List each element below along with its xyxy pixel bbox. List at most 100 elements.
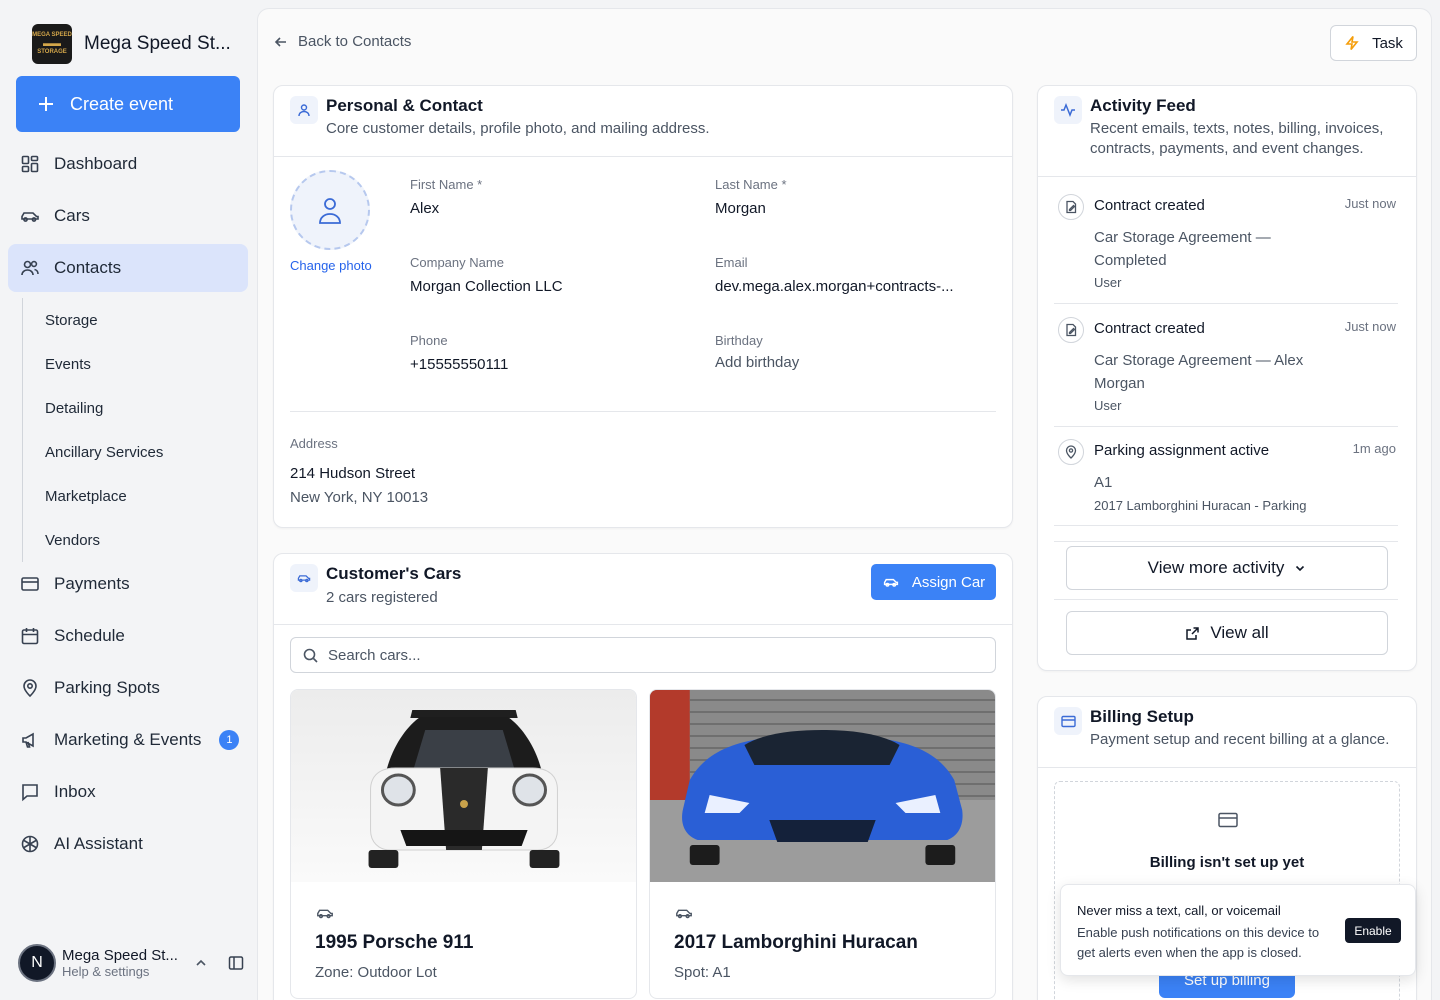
plus-icon (39, 97, 53, 111)
nav-ai-assistant-label: AI Assistant (54, 834, 143, 853)
brand[interactable]: MEGA SPEED ▬▬ STORAGE Mega Speed St... (32, 24, 231, 64)
activity-item-time: 1m ago (1352, 441, 1396, 456)
credit-card-icon (1218, 812, 1238, 828)
activity-item[interactable]: Parking assignment active 1m ago A1 2017… (1054, 439, 1398, 526)
email-label: Email (715, 255, 748, 270)
change-photo-link[interactable]: Change photo (290, 258, 372, 273)
nav-marketing-events[interactable]: Marketing & Events 1 (8, 716, 248, 764)
last-name-value[interactable]: Morgan (715, 200, 766, 217)
nav-dashboard-label: Dashboard (54, 154, 138, 173)
brand-logo: MEGA SPEED ▬▬ STORAGE (32, 24, 72, 64)
activity-item-desc: A1 (1094, 474, 1113, 491)
customer-cars-card: Customer's Cars 2 cars registered Assign… (273, 553, 1013, 1000)
cars-title: Customer's Cars (326, 564, 462, 583)
logo-car-glyph: ▬▬ (43, 38, 61, 49)
dashboard-icon (21, 155, 39, 173)
external-link-icon (1186, 626, 1200, 640)
task-button[interactable]: Task (1330, 25, 1417, 61)
car-icon (317, 909, 333, 919)
push-notification-toast: Never miss a text, call, or voicemail En… (1060, 884, 1416, 976)
divider (1054, 541, 1398, 542)
profile-photo[interactable] (290, 170, 370, 250)
main-content: Back to Contacts Task Personal & Contact… (257, 8, 1432, 1000)
nav-inbox-label: Inbox (54, 782, 96, 801)
activity-item-meta: User (1094, 398, 1122, 413)
phone-value[interactable]: +15555550111 (410, 356, 508, 373)
credit-card-icon (1054, 707, 1082, 735)
logo-text-bottom: STORAGE (37, 48, 67, 55)
user-placeholder-icon (319, 198, 341, 224)
ai-icon (21, 835, 39, 853)
activity-item-meta: User (1094, 275, 1122, 290)
sidebar: MEGA SPEED ▬▬ STORAGE Mega Speed St... C… (0, 0, 256, 1000)
assign-car-button[interactable]: Assign Car (871, 564, 996, 600)
enable-notifications-button[interactable]: Enable (1345, 918, 1401, 943)
nav-cars-label: Cars (54, 206, 90, 225)
assign-car-label: Assign Car (911, 573, 986, 591)
car-card-lamborghini[interactable]: 2017 Lamborghini Huracan Spot: A1 (649, 689, 996, 999)
back-to-contacts-link[interactable]: Back to Contacts (274, 33, 411, 50)
activity-item-desc: Car Storage Agreement — Alex Morgan (1094, 352, 1304, 392)
nav-ai-assistant[interactable]: AI Assistant (8, 820, 248, 868)
billing-subtitle: Payment setup and recent billing at a gl… (1090, 731, 1390, 748)
search-icon (303, 648, 318, 663)
nav-payments-label: Payments (54, 574, 130, 593)
nav-schedule-label: Schedule (54, 626, 125, 645)
personal-contact-card: Personal & Contact Core customer details… (273, 85, 1013, 528)
sub-nav-events[interactable]: Events (23, 342, 222, 386)
divider (1054, 599, 1398, 600)
last-name-label: Last Name * (715, 177, 787, 192)
search-placeholder: Search cars... (328, 646, 421, 664)
car-location: Spot: A1 (674, 964, 731, 981)
company-value[interactable]: Morgan Collection LLC (410, 278, 563, 295)
calendar-icon (21, 628, 39, 645)
map-pin-icon (1058, 439, 1084, 465)
sub-nav-marketplace[interactable]: Marketplace (23, 474, 222, 518)
nav-dashboard[interactable]: Dashboard (8, 140, 248, 188)
car-name: 2017 Lamborghini Huracan (674, 932, 918, 953)
activity-item-title: Contract created (1094, 320, 1205, 337)
message-icon (22, 784, 38, 802)
map-pin-icon (23, 679, 37, 698)
car-icon (883, 578, 898, 587)
activity-item-title: Parking assignment active (1094, 442, 1270, 459)
user-menu[interactable]: N Mega Speed St... Help & settings (18, 943, 248, 983)
nav-marketing-events-label: Marketing & Events (54, 730, 202, 749)
email-value[interactable]: dev.mega.alex.morgan+contracts-... (715, 278, 954, 295)
address-line2[interactable]: New York, NY 10013 (290, 489, 428, 506)
view-more-label: View more activity (1147, 558, 1285, 577)
billing-title: Billing Setup (1090, 707, 1194, 726)
toast-title: Never miss a text, call, or voicemail (1077, 903, 1281, 918)
sub-nav-ancillary-services[interactable]: Ancillary Services (23, 430, 222, 474)
phone-label: Phone (410, 333, 448, 348)
nav-payments[interactable]: Payments (8, 560, 248, 608)
view-all-button[interactable]: View all (1066, 611, 1388, 655)
nav-inbox[interactable]: Inbox (8, 768, 248, 816)
car-card-porsche[interactable]: 1995 Porsche 911 Zone: Outdoor Lot (290, 689, 637, 999)
activity-item[interactable]: Contract created Just now Car Storage Ag… (1054, 317, 1398, 427)
nav-cars[interactable]: Cars (8, 192, 248, 240)
sub-nav-detailing[interactable]: Detailing (23, 386, 222, 430)
nav-contacts-label: Contacts (54, 258, 122, 277)
create-event-label: Create event (70, 93, 174, 114)
back-link-label: Back to Contacts (298, 33, 412, 50)
activity-item-meta: 2017 Lamborghini Huracan - Parking (1094, 498, 1307, 513)
sub-nav-storage[interactable]: Storage (23, 298, 222, 342)
users-icon (21, 260, 39, 276)
birthday-value[interactable]: Add birthday (715, 354, 799, 371)
arrow-left-icon (274, 36, 286, 47)
sub-nav-vendors[interactable]: Vendors (23, 518, 222, 562)
search-cars-input[interactable]: Search cars... (290, 637, 996, 673)
address-line1[interactable]: 214 Hudson Street (290, 465, 415, 482)
chevron-up-icon[interactable] (194, 956, 208, 970)
nav-schedule[interactable]: Schedule (8, 612, 248, 660)
chevron-down-icon (1296, 565, 1305, 572)
first-name-value[interactable]: Alex (410, 200, 439, 217)
sidebar-toggle-icon[interactable] (228, 955, 244, 971)
view-more-activity-button[interactable]: View more activity (1066, 546, 1388, 590)
task-label: Task (1372, 34, 1403, 52)
nav-contacts[interactable]: Contacts (8, 244, 248, 292)
create-event-button[interactable]: Create event (16, 76, 240, 132)
nav-parking-spots[interactable]: Parking Spots (8, 664, 248, 712)
activity-item[interactable]: Contract created Just now Car Storage Ag… (1054, 194, 1398, 304)
